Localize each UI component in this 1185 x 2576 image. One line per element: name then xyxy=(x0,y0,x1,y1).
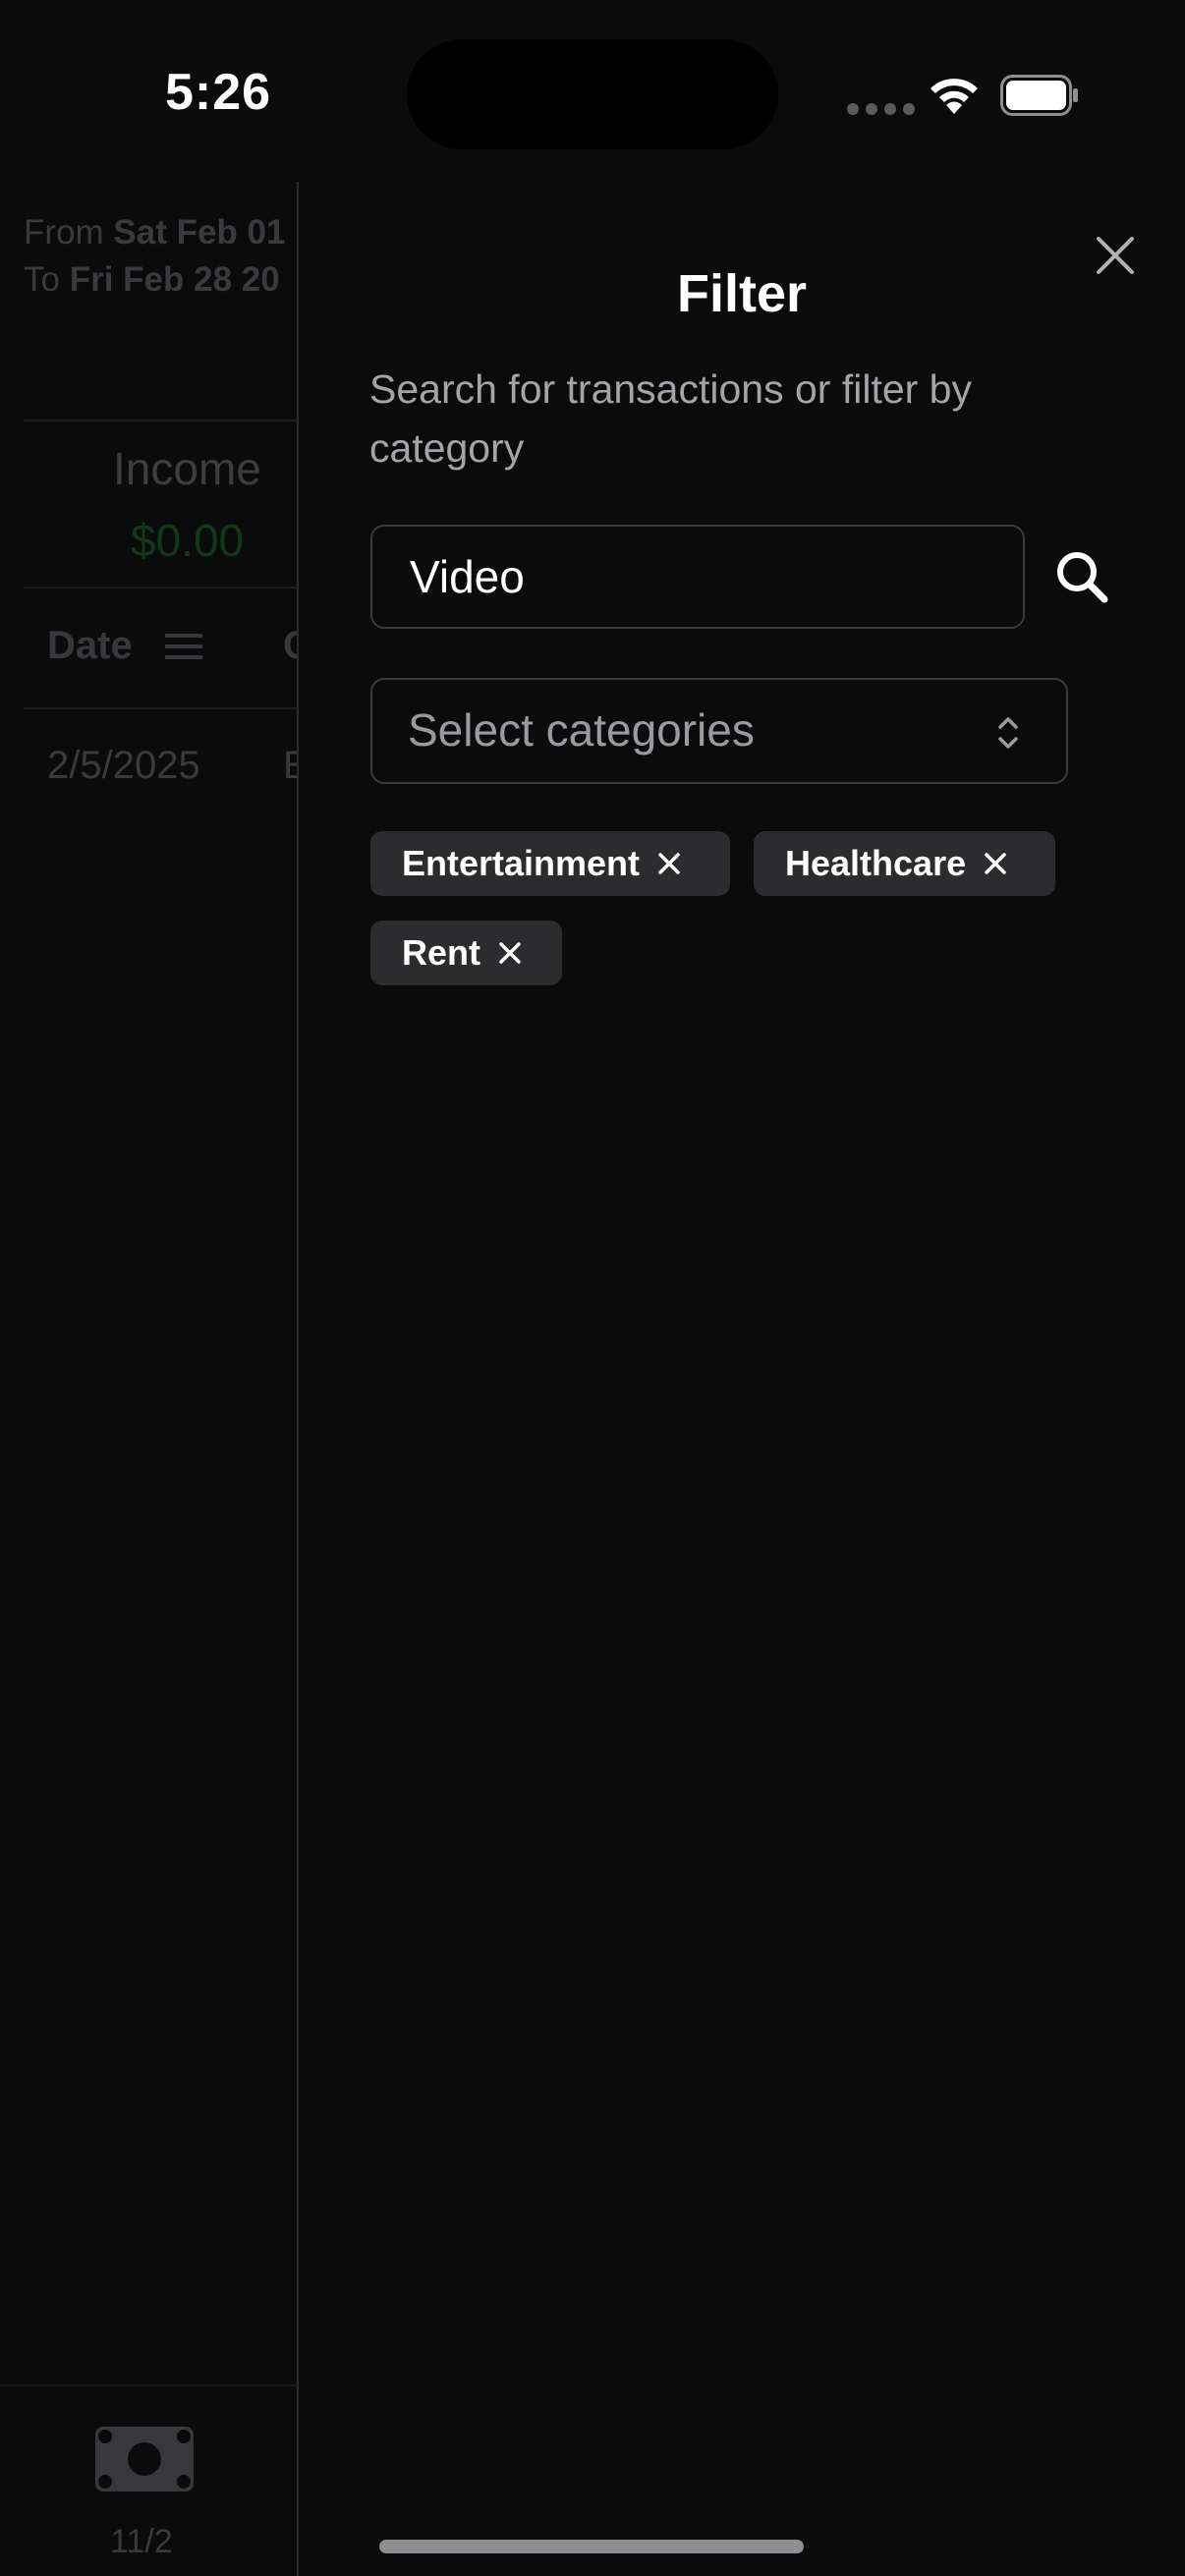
search-input[interactable] xyxy=(370,525,1025,629)
category-select[interactable]: Select categories xyxy=(370,678,1068,784)
search-icon[interactable] xyxy=(1055,550,1108,603)
income-label: Income xyxy=(113,443,261,494)
table-header-category: C xyxy=(283,624,297,668)
wifi-icon xyxy=(931,79,978,114)
tab-bar-divider xyxy=(0,2384,297,2386)
category-select-placeholder: Select categories xyxy=(408,704,755,756)
category-tag: Healthcare xyxy=(754,831,1055,896)
remove-tag-icon[interactable] xyxy=(657,852,681,875)
category-tag-label: Healthcare xyxy=(785,843,967,883)
divider xyxy=(24,707,297,709)
status-bar: 5:26 xyxy=(0,0,1185,187)
background-page: From Sat Feb 01 To Fri Feb 28 20 Income … xyxy=(0,182,297,2576)
divider xyxy=(24,587,297,588)
range-to-prefix: To xyxy=(24,260,60,299)
battery-icon xyxy=(1000,75,1078,116)
filter-subtitle: Search for transactions or filter by cat… xyxy=(369,366,972,471)
category-tag: Rent xyxy=(370,921,562,985)
remove-tag-icon[interactable] xyxy=(498,941,522,965)
range-from-date: Sat Feb 01 xyxy=(113,213,286,252)
remove-tag-icon[interactable] xyxy=(984,852,1007,875)
income-value: $0.00 xyxy=(131,515,245,566)
date-range: From Sat Feb 01 To Fri Feb 28 20 xyxy=(24,209,285,304)
status-time: 5:26 xyxy=(165,64,272,121)
chevron-up-down-icon xyxy=(998,717,1018,749)
home-indicator[interactable] xyxy=(379,2540,804,2553)
table-header-date: Date xyxy=(47,624,133,667)
table-row-category: E xyxy=(283,744,297,787)
tab-label: 11/2 xyxy=(110,2523,173,2560)
money-icon xyxy=(95,2427,194,2492)
category-tag: Entertainment xyxy=(370,831,730,896)
filter-title: Filter xyxy=(676,264,808,323)
cellular-signal-icon xyxy=(847,103,915,115)
sort-menu-icon xyxy=(165,634,202,659)
range-from-prefix: From xyxy=(24,213,104,252)
dynamic-island xyxy=(407,39,778,149)
category-tag-label: Rent xyxy=(402,932,480,973)
divider xyxy=(24,420,297,421)
category-tag-label: Entertainment xyxy=(402,843,641,883)
range-to-date: Fri Feb 28 20 xyxy=(69,260,280,299)
table-row-date: 2/5/2025 xyxy=(47,744,200,787)
